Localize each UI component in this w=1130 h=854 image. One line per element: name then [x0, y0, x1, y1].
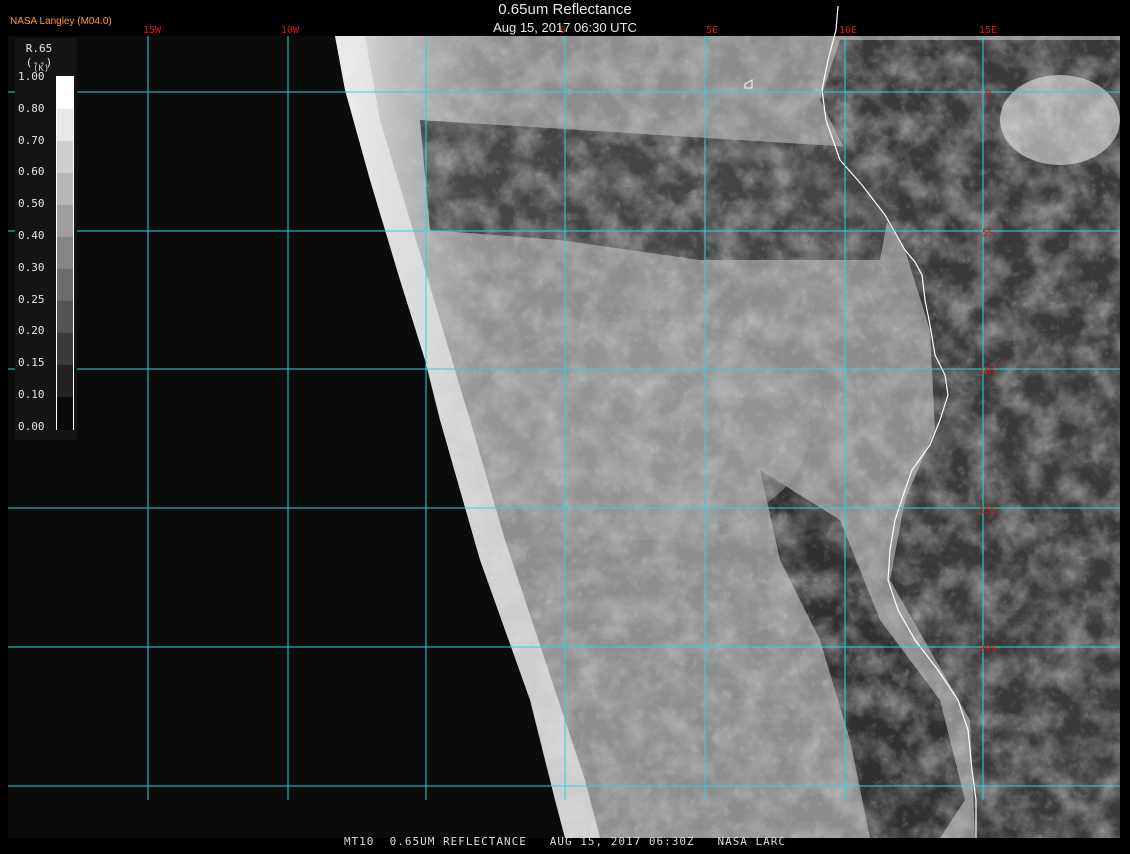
latitude-label: 5S: [982, 228, 994, 239]
reflectance-map-svg: 15W 10W 0 5E 10E 15E05S10S15S20S: [8, 5, 1120, 838]
organization-label: NASA Langley (M04.0): [10, 16, 112, 27]
latitude-label: 10S: [979, 366, 997, 377]
legend-color-ramp: [56, 76, 74, 430]
latitude-label: 20S: [979, 644, 997, 655]
satellite-map: 15W 10W 0 5E 10E 15E 0 5S 10S 15S 20S 0.65um Refle…: [0, 0, 1130, 850]
legend-ramp-step: [57, 173, 73, 206]
legend-tick-label: 0.50: [18, 197, 45, 211]
image-title: 0.65um Reflectance: [498, 1, 632, 18]
legend-tick-label: 0.25: [18, 292, 45, 306]
legend-ramp-step: [57, 237, 73, 270]
legend-ramp-step: [57, 205, 73, 238]
legend-ramp-step: [57, 269, 73, 302]
legend-tick-label: 1.00: [18, 70, 45, 83]
legend-ramp-step: [57, 397, 73, 430]
legend-tick-label: 0.10: [18, 388, 45, 401]
legend-tick-label: 0.30: [18, 260, 45, 274]
legend-title: R.65: [25, 42, 53, 55]
latitude-label: 15S: [979, 505, 997, 516]
legend-tick-label: 0.70: [18, 133, 45, 147]
reflectance-legend: R.65 (--) (K) 1.00 0.80 0.70 0.60 0.50 0.40 0.…: [15, 38, 77, 440]
legend-tick-label: 0.80: [18, 101, 45, 115]
legend-ramp-step: [57, 365, 73, 398]
legend-ramp-step: [57, 141, 73, 174]
legend-ramp-step: [57, 109, 73, 142]
image-timestamp: Aug 15, 2017 06:30 UTC: [493, 20, 637, 35]
legend-tick-label: 0.20: [18, 324, 45, 338]
legend-ramp-step: [57, 333, 73, 366]
legend-tick-label: 0.40: [18, 229, 45, 242]
legend-ramp-step: [57, 301, 73, 334]
image-footer: MT10 0.65UM REFLECTANCE AUG 15, 2017 06:…: [343, 835, 787, 848]
legend-tick-label: 0.60: [18, 165, 45, 179]
latitude-label: 0: [985, 89, 991, 100]
legend-tick-label: 0.00: [18, 419, 45, 433]
legend-ramp-step: [57, 77, 73, 110]
legend-tick-label: 0.15: [18, 356, 45, 370]
